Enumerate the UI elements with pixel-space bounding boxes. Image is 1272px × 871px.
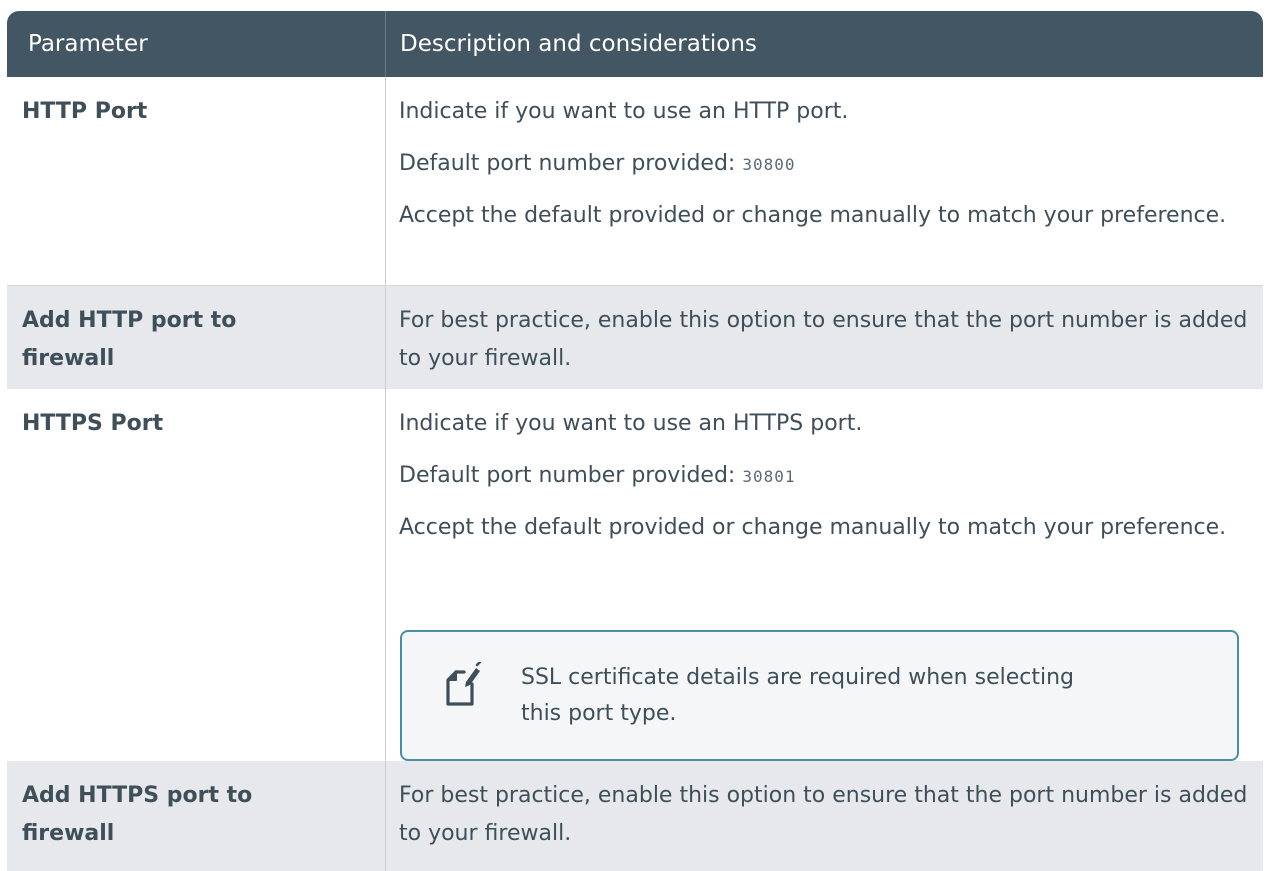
row-divider bbox=[385, 389, 386, 761]
desc-line-label: Default port number provided: bbox=[399, 151, 743, 176]
table-row: Add HTTPS port to firewall For best prac… bbox=[7, 761, 1263, 871]
table-header: Parameter Description and considerations bbox=[7, 11, 1263, 77]
port-value: 30801 bbox=[742, 467, 796, 486]
row-divider bbox=[385, 286, 386, 389]
param-add-https-firewall: Add HTTPS port to firewall bbox=[22, 783, 253, 846]
desc-line: Indicate if you want to use an HTTPS por… bbox=[399, 411, 863, 436]
header-description: Description and considerations bbox=[400, 31, 757, 57]
table-row: HTTPS Port Indicate if you want to use a… bbox=[7, 389, 1263, 761]
desc-line: Accept the default provided or change ma… bbox=[399, 203, 1227, 228]
header-parameter: Parameter bbox=[28, 31, 148, 57]
table-row: HTTP Port Indicate if you want to use an… bbox=[7, 77, 1263, 286]
header-divider bbox=[385, 11, 386, 77]
note-callout: SSL certificate details are required whe… bbox=[400, 630, 1239, 761]
desc-line-default-port: Default port number provided: 30801 bbox=[399, 457, 1249, 496]
desc-line: For best practice, enable this option to… bbox=[399, 783, 1248, 846]
param-add-http-firewall: Add HTTP port to firewall bbox=[22, 308, 237, 371]
note-text: SSL certificate details are required whe… bbox=[521, 665, 1075, 726]
desc-line: For best practice, enable this option to… bbox=[399, 308, 1248, 371]
desc-line-label: Default port number provided: bbox=[399, 463, 743, 488]
table-row: Add HTTP port to firewall For best pract… bbox=[7, 286, 1263, 389]
param-http-port: HTTP Port bbox=[22, 99, 148, 124]
note-pencil-icon bbox=[446, 662, 482, 706]
desc-line: Indicate if you want to use an HTTP port… bbox=[399, 99, 849, 124]
desc-line-default-port: Default port number provided: 30800 bbox=[399, 145, 1249, 184]
row-divider bbox=[385, 77, 386, 286]
desc-line: Accept the default provided or change ma… bbox=[399, 515, 1227, 540]
param-https-port: HTTPS Port bbox=[22, 411, 164, 436]
row-divider bbox=[385, 761, 386, 871]
port-value: 30800 bbox=[742, 155, 796, 174]
parameter-table: Parameter Description and considerations… bbox=[7, 11, 1263, 871]
